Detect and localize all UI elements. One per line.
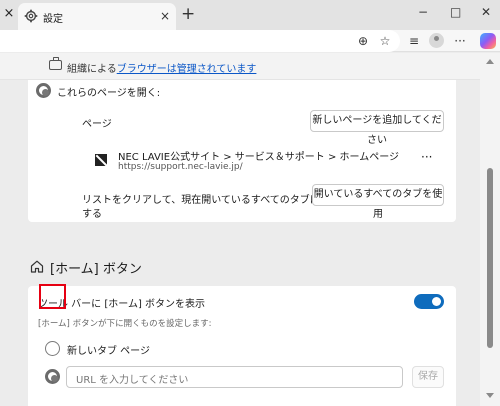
close-icon[interactable]: × (2, 7, 16, 21)
address-bar: ⊕ ☆ ≡ ··· (0, 30, 500, 52)
clear-text-line2: する (82, 209, 102, 220)
tab-bar: × 設定 × + − □ ✕ (0, 0, 500, 30)
url-radio[interactable] (45, 369, 60, 384)
gear-icon (24, 9, 38, 23)
new-tab-radio[interactable] (45, 341, 60, 356)
url-field[interactable]: ⊕ ☆ (0, 30, 400, 52)
new-tab-button[interactable]: + (181, 5, 195, 23)
home-icon (30, 260, 44, 273)
scroll-thumb[interactable] (487, 168, 493, 348)
highlight-box (39, 284, 66, 309)
maximize-button[interactable]: □ (450, 5, 461, 19)
profile-avatar[interactable] (429, 33, 444, 48)
favorites-icon[interactable]: ≡ (406, 33, 422, 49)
save-button[interactable]: 保存 (412, 366, 444, 388)
home-url-input[interactable]: URL を入力してください (66, 366, 403, 388)
show-home-toggle[interactable] (414, 294, 444, 309)
site-more-icon[interactable]: ··· (421, 150, 432, 164)
home-button-card: ツール バーに [ホーム] ボタンを表示 [ホーム] ボタンが下に開くものを設定… (28, 286, 456, 406)
site-favicon-icon (95, 154, 107, 166)
site-url: https://support.nec-lavie.jp/ (118, 162, 243, 172)
home-description: [ホーム] ボタンが下に開くものを設定します: (38, 319, 212, 329)
use-open-tabs-button[interactable]: 開いているすべてのタブを使用 (312, 184, 444, 220)
zoom-icon[interactable]: ⊕ (355, 33, 371, 49)
managed-link[interactable]: ブラウザーは管理されています (117, 64, 257, 75)
pages-label: ページ (82, 119, 112, 130)
settings-content: これらのページを開く: ページ 新しいページを追加してください NEC LAVI… (0, 80, 480, 406)
managed-banner: 組織によるブラウザーは管理されています (0, 53, 480, 80)
window-close-button[interactable]: ✕ (481, 5, 491, 19)
scrollbar[interactable] (480, 53, 500, 406)
site-title: NEC LAVIE公式サイト > サービス＆サポート > ホームページ (118, 152, 400, 163)
managed-text: 組織によるブラウザーは管理されています (67, 64, 257, 75)
startup-card: これらのページを開く: ページ 新しいページを追加してください NEC LAVI… (28, 80, 456, 222)
copilot-icon[interactable] (480, 33, 496, 49)
scroll-up-icon[interactable] (486, 59, 494, 64)
briefcase-icon (49, 57, 62, 70)
open-pages-radio[interactable] (36, 83, 51, 98)
clear-text-line1: リストをクリアして、現在開いているすべてのタブに設定 (82, 195, 340, 206)
tab-title: 設定 (43, 14, 63, 25)
favorite-star-icon[interactable]: ☆ (377, 33, 393, 49)
more-icon[interactable]: ··· (452, 33, 468, 49)
add-page-button[interactable]: 新しいページを追加してください (310, 110, 444, 146)
new-tab-option-label: 新しいタブ ページ (67, 346, 150, 357)
close-tab-icon[interactable]: × (160, 9, 170, 23)
url-placeholder: URL を入力してください (76, 375, 189, 386)
tab-settings[interactable]: 設定 × (18, 3, 176, 30)
home-section-title: [ホーム] ボタン (50, 262, 142, 277)
minimize-button[interactable]: − (418, 5, 428, 19)
open-pages-label: これらのページを開く: (57, 88, 161, 99)
scroll-down-icon[interactable] (486, 393, 494, 398)
